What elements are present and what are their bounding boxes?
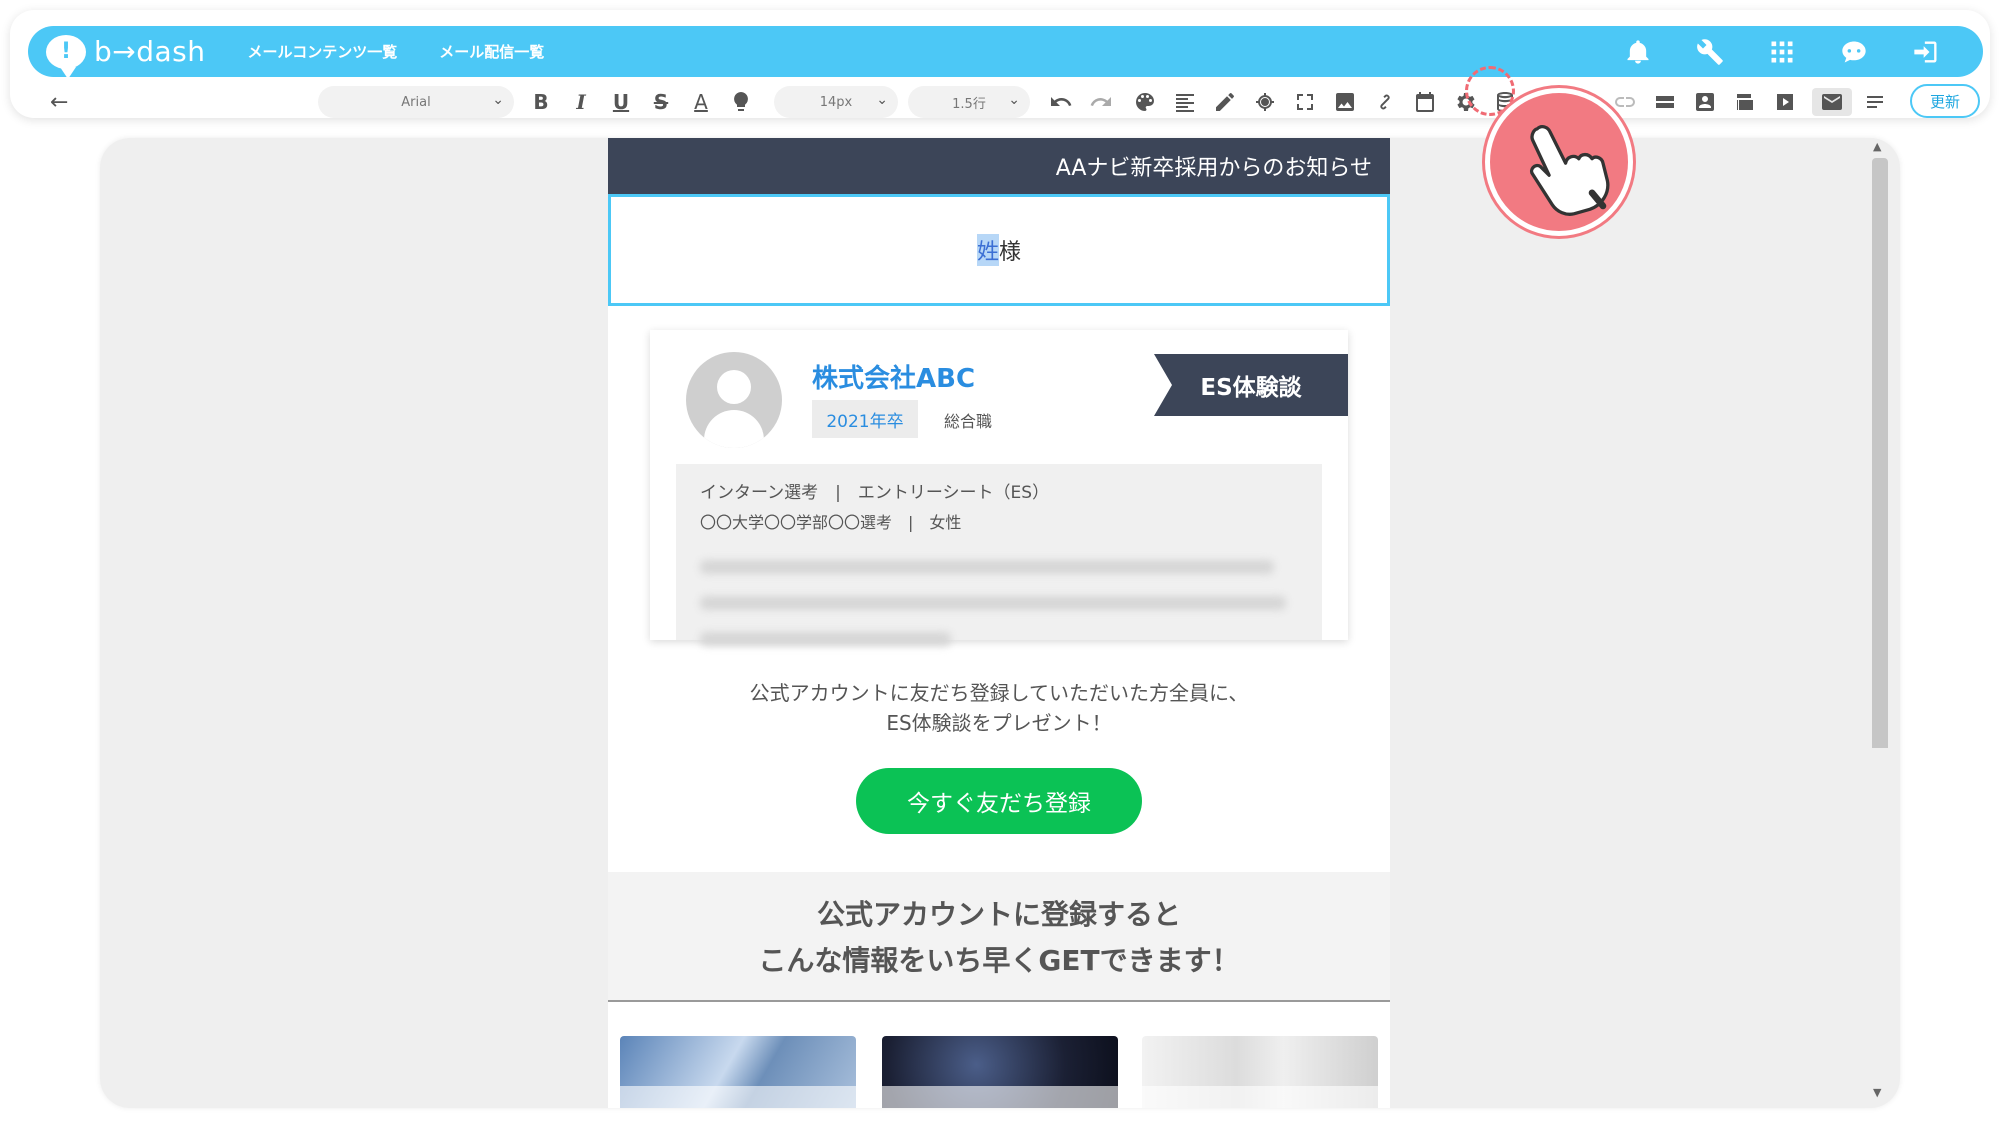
text-view-icon[interactable]	[1860, 88, 1890, 116]
vertical-scrollbar[interactable]: ▲ ▼	[1868, 138, 1892, 1108]
calendar-icon[interactable]	[1410, 88, 1440, 116]
editor-toolbar: ← Arial ⌄ B I U S A 14px ⌄ 1.5行 ⌄ 更新	[40, 82, 1995, 122]
palette-icon[interactable]	[1130, 88, 1160, 116]
unlink-icon[interactable]	[1610, 88, 1640, 116]
feature-thumbnails	[620, 1036, 1380, 1108]
email-preview: AAナビ新卒採用からのお知らせ 姓様 株式会社ABC 2021年卒 総合職 ES…	[608, 138, 1390, 1108]
highlight-icon[interactable]	[726, 88, 756, 116]
thumbnail-image	[620, 1036, 856, 1108]
strikethrough-icon[interactable]: S	[646, 88, 676, 116]
blurred-text	[700, 560, 1275, 574]
scroll-up-icon[interactable]: ▲	[1873, 140, 1881, 153]
promo-line1: 公式アカウントに友だち登録していただいた方全員に、	[749, 681, 1249, 705]
es-info-line2: 〇〇大学〇〇学部〇〇選考 | 女性	[700, 513, 962, 532]
back-arrow-icon[interactable]: ←	[50, 90, 68, 115]
redo-icon[interactable]	[1086, 88, 1116, 116]
es-profile-card: 株式会社ABC 2021年卒 総合職 ES体験談 インターン選考 | エントリー…	[650, 330, 1348, 646]
underline-icon[interactable]: U	[606, 88, 636, 116]
section-title-line1: 公式アカウントに登録すると	[816, 898, 1181, 931]
nav-mail-delivery-list[interactable]: メール配信一覧	[439, 41, 544, 62]
promo-text: 公式アカウントに友だち登録していただいた方全員に、 ES体験談をプレゼント！	[608, 678, 1390, 738]
font-size-value: 14px	[819, 94, 853, 110]
line-height-value: 1.5行	[952, 96, 986, 112]
thumbnail-image	[882, 1036, 1118, 1108]
update-button[interactable]: 更新	[1910, 84, 1980, 118]
line-height-select[interactable]: 1.5行 ⌄	[908, 86, 1030, 118]
app-header: ! b→dash メールコンテンツ一覧 メール配信一覧 ← Arial ⌄ B …	[10, 10, 1990, 118]
honorific-text[interactable]: 様	[999, 234, 1021, 266]
pointing-hand-icon	[1485, 88, 1633, 236]
template-icon[interactable]	[1730, 88, 1760, 116]
avatar-icon	[686, 352, 782, 448]
font-size-select[interactable]: 14px ⌄	[774, 86, 898, 118]
chevron-down-icon: ⌄	[492, 92, 504, 108]
email-header-title: AAナビ新卒採用からのお知らせ	[608, 138, 1390, 194]
link-icon[interactable]	[1370, 88, 1400, 116]
bold-icon[interactable]: B	[526, 88, 556, 116]
section-divider	[608, 1000, 1390, 1002]
video-icon[interactable]	[1770, 88, 1800, 116]
logo-text: b→dash	[94, 35, 206, 68]
support-chat-icon[interactable]	[1837, 35, 1871, 69]
add-friend-button[interactable]: 今すぐ友だち登録	[856, 768, 1142, 834]
es-info-line1: インターン選考 | エントリーシート（ES）	[700, 483, 1050, 503]
email-editor-canvas: AAナビ新卒採用からのお知らせ 姓様 株式会社ABC 2021年卒 総合職 ES…	[100, 138, 1900, 1108]
image-icon[interactable]	[1330, 88, 1360, 116]
section-title-line2: こんな情報をいち早くGETできます！	[758, 944, 1240, 977]
bdash-logo[interactable]: ! b→dash	[46, 34, 206, 79]
target-icon[interactable]	[1250, 88, 1280, 116]
pen-icon[interactable]	[1210, 88, 1240, 116]
font-family-select[interactable]: Arial ⌄	[318, 86, 514, 118]
chevron-down-icon: ⌄	[876, 92, 888, 108]
scrollbar-thumb[interactable]	[1872, 158, 1888, 748]
divider-icon[interactable]	[1650, 88, 1680, 116]
font-family-value: Arial	[401, 94, 431, 110]
wrench-icon[interactable]	[1693, 35, 1727, 69]
section-title: 公式アカウントに登録すると こんな情報をいち早くGETできます！	[608, 892, 1390, 984]
contact-card-icon[interactable]	[1690, 88, 1720, 116]
mail-preview-icon[interactable]	[1812, 88, 1852, 116]
align-icon[interactable]	[1170, 88, 1200, 116]
blurred-text	[700, 632, 952, 646]
promo-line2: ES体験談をプレゼント！	[886, 711, 1112, 735]
nav-mail-content-list[interactable]: メールコンテンツ一覧	[248, 41, 398, 62]
es-experience-label: ES体験談	[1154, 354, 1348, 416]
recipient-name-block[interactable]: 姓様	[608, 194, 1390, 306]
job-type: 総合職	[944, 412, 993, 431]
undo-icon[interactable]	[1046, 88, 1076, 116]
top-navigation-bar: ! b→dash メールコンテンツ一覧 メール配信一覧	[28, 26, 1983, 79]
font-color-icon[interactable]: A	[686, 88, 716, 116]
italic-icon[interactable]: I	[566, 88, 596, 116]
bell-icon[interactable]	[1621, 35, 1655, 69]
blurred-text	[700, 596, 1287, 610]
scroll-down-icon[interactable]: ▼	[1873, 1086, 1881, 1099]
fullscreen-icon[interactable]	[1290, 88, 1320, 116]
selected-text[interactable]: 姓	[976, 234, 999, 266]
logo-bubble-icon: !	[46, 34, 86, 79]
company-name: 株式会社ABC	[812, 364, 976, 394]
logout-icon[interactable]	[1909, 35, 1943, 69]
graduation-year-badge: 2021年卒	[812, 400, 918, 438]
es-info-panel: インターン選考 | エントリーシート（ES） 〇〇大学〇〇学部〇〇選考 | 女性	[676, 464, 1322, 646]
apps-grid-icon[interactable]	[1765, 35, 1799, 69]
chevron-down-icon: ⌄	[1008, 92, 1020, 108]
thumbnail-image	[1142, 1036, 1378, 1108]
